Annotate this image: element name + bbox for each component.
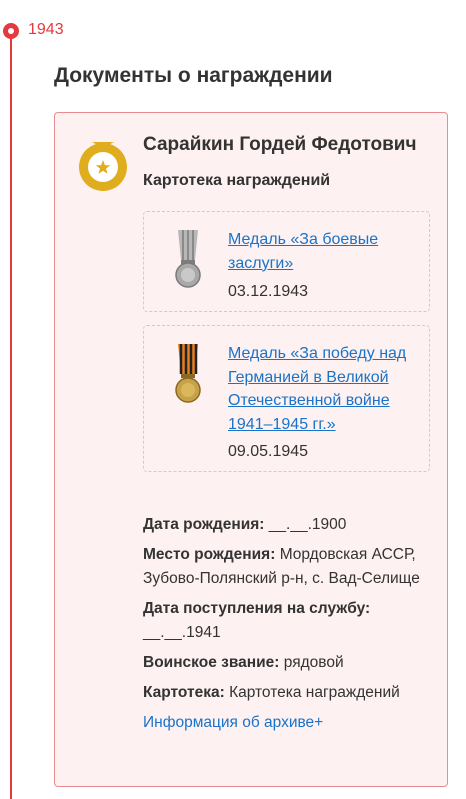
service-date-label: Дата поступления на службу: [143,600,371,617]
person-name: Сарайкин Гордей Федотович [143,134,417,155]
birth-date-value: __.__.1900 [268,516,347,533]
archive-info-link[interactable]: Информация об архиве+ [143,711,323,735]
award-date: 03.12.1943 [228,283,309,300]
award-item: Медаль «За боевые заслуги» 03.12.1943 [143,211,430,312]
medal-victory-germany-icon [175,344,201,403]
birth-place-label: Место рождения: [143,546,276,563]
archive-label: Картотека: [143,684,225,701]
award-link-victory-germany[interactable]: Медаль «За победу над Германией в Велико… [228,342,424,436]
rank-row: Воинское звание: рядовой [143,651,433,675]
card-subtitle: Картотека награждений [143,172,331,189]
birth-place-row: Место рождения: Мордовская АССР, Зубово-… [143,543,433,591]
medal-combat-merit-icon [175,230,201,288]
timeline-year: 1943 [28,21,64,38]
birth-date-label: Дата рождения: [143,516,265,533]
award-badge-icon [79,142,127,191]
archive-row: Картотека: Картотека награждений [143,681,433,705]
award-link-combat-merit[interactable]: Медаль «За боевые заслуги» [228,228,424,275]
rank-label: Воинское звание: [143,654,280,671]
person-details: Дата рождения: __.__.1900 Место рождения… [143,513,433,735]
timeline-line [10,34,12,799]
service-date-row: Дата поступления на службу: __.__.1941 [143,597,433,645]
award-document-card: Сарайкин Гордей Федотович Картотека нагр… [54,112,448,787]
archive-value: Картотека награждений [229,684,400,701]
service-date-value: __.__.1941 [143,624,221,641]
section-title: Документы о награждении [54,64,333,87]
award-date: 09.05.1945 [228,443,309,460]
birth-date-row: Дата рождения: __.__.1900 [143,513,433,537]
rank-value: рядовой [283,654,344,671]
timeline-dot [3,23,19,39]
award-item: Медаль «За победу над Германией в Велико… [143,325,430,472]
